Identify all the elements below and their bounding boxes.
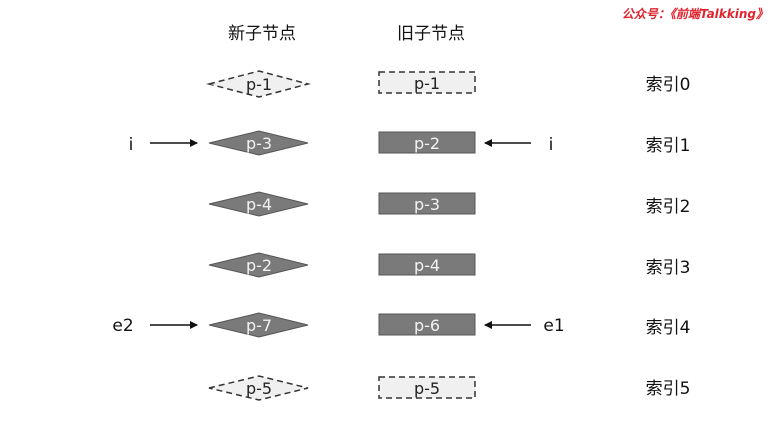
old-child-label: p-2	[414, 134, 440, 153]
watermark-text: 公众号：《前端Talkking》	[622, 7, 768, 21]
index-label: 索引2	[646, 197, 691, 217]
new-child-label: p-1	[246, 75, 272, 94]
new-child-node: p-3	[208, 130, 309, 156]
old-child-label: p-4	[414, 256, 440, 275]
index-label: 索引0	[646, 75, 691, 95]
new-child-label: p-2	[246, 256, 272, 275]
pointer-left-i: i	[129, 135, 198, 155]
old-child-label: p-1	[414, 74, 440, 93]
index-label: 索引5	[646, 379, 691, 399]
old-child-node: p-5	[378, 376, 476, 399]
old-child-node: p-4	[378, 253, 476, 276]
new-child-node: p-1	[206, 70, 311, 98]
new-children-column: p-1 p-3 p-4 p-2 p-7 p-5	[206, 70, 311, 401]
old-child-node: p-1	[378, 71, 476, 94]
old-children-header: 旧子节点	[397, 24, 465, 44]
new-child-node: p-5	[208, 375, 309, 401]
new-child-node: p-7	[208, 312, 309, 338]
new-child-label: p-3	[246, 134, 272, 153]
pointer-right-i-label: i	[549, 135, 554, 155]
old-child-node: p-6	[378, 313, 476, 336]
old-child-label: p-3	[414, 195, 440, 214]
diagram-canvas: 公众号：《前端Talkking》 新子节点 旧子节点 p-1 p-3 p-4 p…	[112, 7, 768, 401]
new-child-label: p-4	[246, 195, 272, 214]
index-label: 索引3	[646, 258, 691, 278]
old-child-node: p-3	[378, 192, 476, 215]
pointer-right-i: i	[484, 135, 554, 155]
new-child-node: p-4	[208, 191, 309, 217]
old-children-column: p-1 p-2 p-3 p-4 p-6 p-5	[378, 71, 476, 399]
old-child-label: p-5	[414, 379, 440, 398]
old-child-label: p-6	[414, 316, 440, 335]
new-child-label: p-5	[246, 379, 272, 398]
pointer-right-e1-label: e1	[543, 316, 564, 336]
new-child-node: p-2	[208, 252, 309, 278]
new-children-header: 新子节点	[228, 24, 296, 44]
index-column: 索引0 索引1 索引2 索引3 索引4 索引5	[646, 75, 691, 399]
old-child-node: p-2	[378, 131, 476, 154]
index-label: 索引1	[646, 136, 691, 156]
pointer-left-e2: e2	[112, 316, 198, 336]
new-child-label: p-7	[246, 316, 272, 335]
pointer-left-e2-label: e2	[112, 316, 133, 336]
index-label: 索引4	[646, 318, 691, 338]
pointer-right-e1: e1	[484, 316, 565, 336]
pointer-left-i-label: i	[129, 135, 134, 155]
